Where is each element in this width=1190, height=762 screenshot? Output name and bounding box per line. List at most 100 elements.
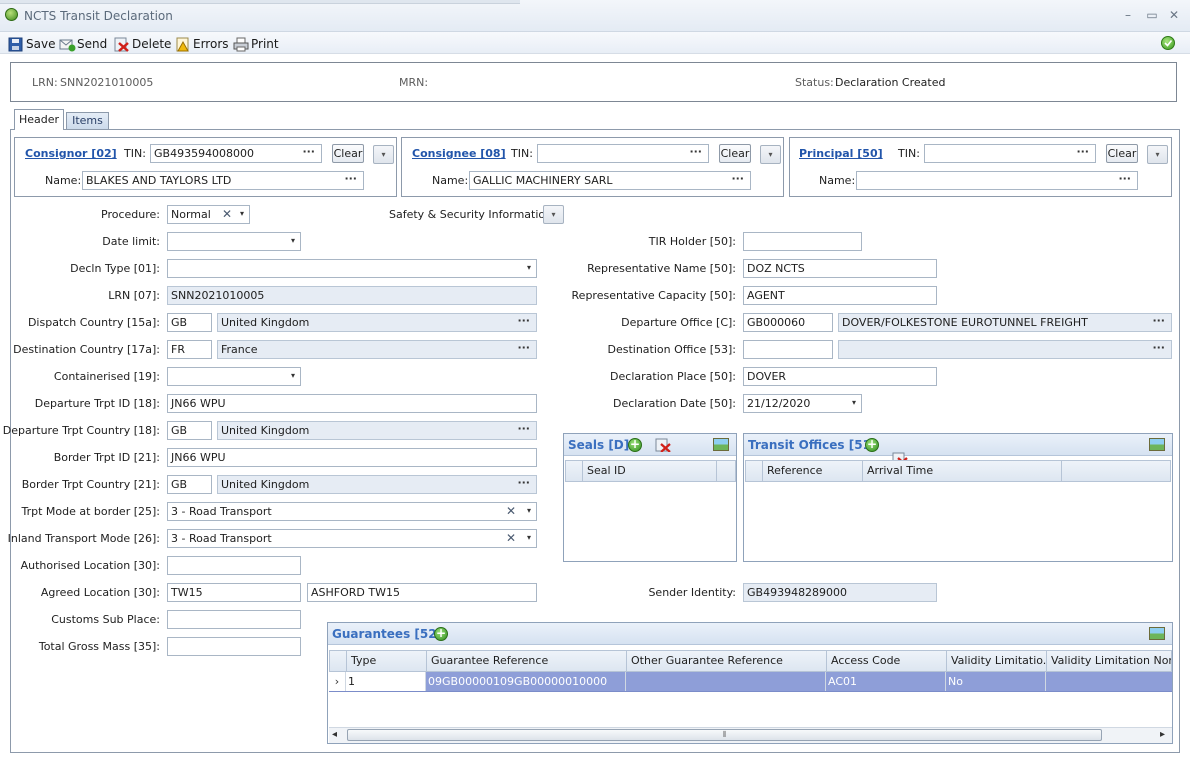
decln-type-select[interactable]: ▾ — [167, 259, 537, 278]
delete-seal-icon[interactable] — [655, 438, 671, 453]
representative-name-input[interactable]: DOZ NCTS — [743, 259, 937, 278]
add-seal-icon[interactable]: + — [628, 438, 642, 452]
consignor-link[interactable]: Consignor [02] — [25, 147, 117, 160]
ellipsis-icon[interactable]: ··· — [344, 172, 357, 185]
clear-x-icon[interactable]: ✕ — [506, 504, 516, 518]
clear-x-icon[interactable]: ✕ — [506, 531, 516, 545]
procedure-select[interactable]: Normal ✕ ▾ — [167, 205, 250, 224]
representative-capacity-input[interactable]: AGENT — [743, 286, 937, 305]
scroll-left-icon[interactable]: ◂ — [332, 729, 337, 740]
validity-limitation-column-header[interactable]: Validity Limitatio... — [947, 651, 1047, 671]
trpt-mode-border-select[interactable]: 3 - Road Transport ✕ ▾ — [167, 502, 537, 521]
inland-transport-mode-select[interactable]: 3 - Road Transport ✕ ▾ — [167, 529, 537, 548]
chevron-down-icon: ▾ — [768, 150, 773, 159]
date-limit-picker[interactable]: ▾ — [167, 232, 301, 251]
declaration-date-picker[interactable]: 21/12/2020 ▾ — [743, 394, 862, 413]
safety-security-expand-button[interactable]: ▾ — [543, 205, 564, 224]
guarantee-reference-cell[interactable]: 09GB00000109GB00000010000 — [426, 672, 626, 691]
customs-sub-place-input[interactable] — [167, 610, 301, 629]
ellipsis-icon[interactable]: ··· — [1152, 314, 1165, 327]
validity-limitation-non-ec-cell[interactable] — [1046, 672, 1172, 691]
consignor-expand-button[interactable]: ▾ — [373, 145, 394, 164]
ellipsis-icon[interactable]: ··· — [302, 145, 315, 158]
send-button[interactable]: Send — [59, 35, 107, 53]
validity-limitation-non-ec-column-header[interactable]: Validity Limitation Non-EC — [1047, 651, 1171, 671]
destination-office-code-input[interactable] — [743, 340, 833, 359]
table-row[interactable]: › 1 09GB00000109GB00000010000 AC01 No — [329, 672, 1172, 692]
principal-link[interactable]: Principal [50] — [799, 147, 883, 160]
ellipsis-icon[interactable]: ··· — [517, 341, 530, 354]
add-transit-office-icon[interactable]: + — [865, 438, 879, 452]
departure-office-name[interactable]: DOVER/FOLKESTONE EUROTUNNEL FREIGHT ··· — [838, 313, 1172, 332]
consignee-clear-button[interactable]: Clear — [719, 144, 751, 163]
ellipsis-icon[interactable]: ··· — [1118, 172, 1131, 185]
seal-id-column-header[interactable]: Seal ID — [583, 461, 717, 481]
title-bar — [0, 0, 1190, 32]
ellipsis-icon[interactable]: ··· — [731, 172, 744, 185]
consignor-clear-button[interactable]: Clear — [332, 144, 364, 163]
access-code-cell[interactable]: AC01 — [826, 672, 946, 691]
minimize-button[interactable]: – — [1120, 7, 1136, 23]
agreed-location-name-input[interactable]: ASHFORD TW15 — [307, 583, 537, 602]
authorised-location-input[interactable] — [167, 556, 301, 575]
close-button[interactable]: ✕ — [1166, 7, 1182, 23]
departure-trpt-id-input[interactable]: JN66 WPU — [167, 394, 537, 413]
consignee-tin-input[interactable]: ··· — [537, 144, 709, 163]
export-image-icon[interactable] — [1149, 438, 1165, 451]
arrival-time-column-header[interactable]: Arrival Time — [863, 461, 1062, 481]
export-image-icon[interactable] — [713, 438, 729, 451]
ellipsis-icon[interactable]: ··· — [517, 476, 530, 489]
border-trpt-country-name[interactable]: United Kingdom ··· — [217, 475, 537, 494]
tir-holder-input[interactable] — [743, 232, 862, 251]
tab-items[interactable]: Items — [66, 112, 109, 130]
other-guarantee-reference-cell[interactable] — [626, 672, 826, 691]
tab-header[interactable]: Header — [14, 109, 64, 130]
departure-trpt-country-code-input[interactable]: GB — [167, 421, 212, 440]
containerised-select[interactable]: ▾ — [167, 367, 301, 386]
principal-expand-button[interactable]: ▾ — [1147, 145, 1168, 164]
agreed-location-code-input[interactable]: TW15 — [167, 583, 301, 602]
consignor-name-input[interactable]: BLAKES AND TAYLORS LTD ··· — [82, 171, 364, 190]
ellipsis-icon[interactable]: ··· — [1076, 145, 1089, 158]
destination-office-name[interactable]: ··· — [838, 340, 1172, 359]
add-guarantee-icon[interactable]: + — [434, 627, 448, 641]
total-gross-mass-input[interactable] — [167, 637, 301, 656]
departure-office-code-input[interactable]: GB000060 — [743, 313, 833, 332]
export-image-icon[interactable] — [1149, 627, 1165, 640]
dispatch-country-code-input[interactable]: GB — [167, 313, 212, 332]
principal-name-input[interactable]: ··· — [856, 171, 1138, 190]
reference-column-header[interactable]: Reference — [763, 461, 863, 481]
ellipsis-icon[interactable]: ··· — [517, 314, 530, 327]
access-code-column-header[interactable]: Access Code — [827, 651, 947, 671]
consignee-name-input[interactable]: GALLIC MACHINERY SARL ··· — [469, 171, 751, 190]
print-button[interactable]: Print — [233, 35, 279, 53]
declaration-place-input[interactable]: DOVER — [743, 367, 937, 386]
principal-clear-button[interactable]: Clear — [1106, 144, 1138, 163]
consignee-link[interactable]: Consignee [08] — [412, 147, 506, 160]
destination-country-name[interactable]: France ··· — [217, 340, 537, 359]
consignee-expand-button[interactable]: ▾ — [760, 145, 781, 164]
maximize-button[interactable]: ▭ — [1144, 7, 1160, 23]
type-column-header[interactable]: Type — [347, 651, 427, 671]
validity-limitation-cell[interactable]: No — [946, 672, 1046, 691]
save-button[interactable]: Save — [8, 35, 55, 53]
scroll-right-icon[interactable]: ▸ — [1160, 729, 1165, 740]
guarantee-type-cell[interactable]: 1 — [346, 672, 426, 691]
scroll-thumb[interactable]: ⦀ — [347, 729, 1102, 741]
destination-country-code-input[interactable]: FR — [167, 340, 212, 359]
principal-tin-input[interactable]: ··· — [924, 144, 1096, 163]
ellipsis-icon[interactable]: ··· — [689, 145, 702, 158]
border-trpt-country-code-input[interactable]: GB — [167, 475, 212, 494]
other-guarantee-reference-column-header[interactable]: Other Guarantee Reference — [627, 651, 827, 671]
border-trpt-id-input[interactable]: JN66 WPU — [167, 448, 537, 467]
errors-button[interactable]: Errors — [175, 35, 229, 53]
consignor-tin-input[interactable]: GB493594008000 ··· — [150, 144, 322, 163]
guarantee-reference-column-header[interactable]: Guarantee Reference — [427, 651, 627, 671]
ellipsis-icon[interactable]: ··· — [1152, 341, 1165, 354]
ellipsis-icon[interactable]: ··· — [517, 422, 530, 435]
clear-x-icon[interactable]: ✕ — [222, 207, 232, 221]
dispatch-country-name[interactable]: United Kingdom ··· — [217, 313, 537, 332]
lrn-summary-value: SNN2021010005 — [60, 76, 154, 89]
delete-button[interactable]: Delete — [114, 35, 171, 53]
departure-trpt-country-name[interactable]: United Kingdom ··· — [217, 421, 537, 440]
